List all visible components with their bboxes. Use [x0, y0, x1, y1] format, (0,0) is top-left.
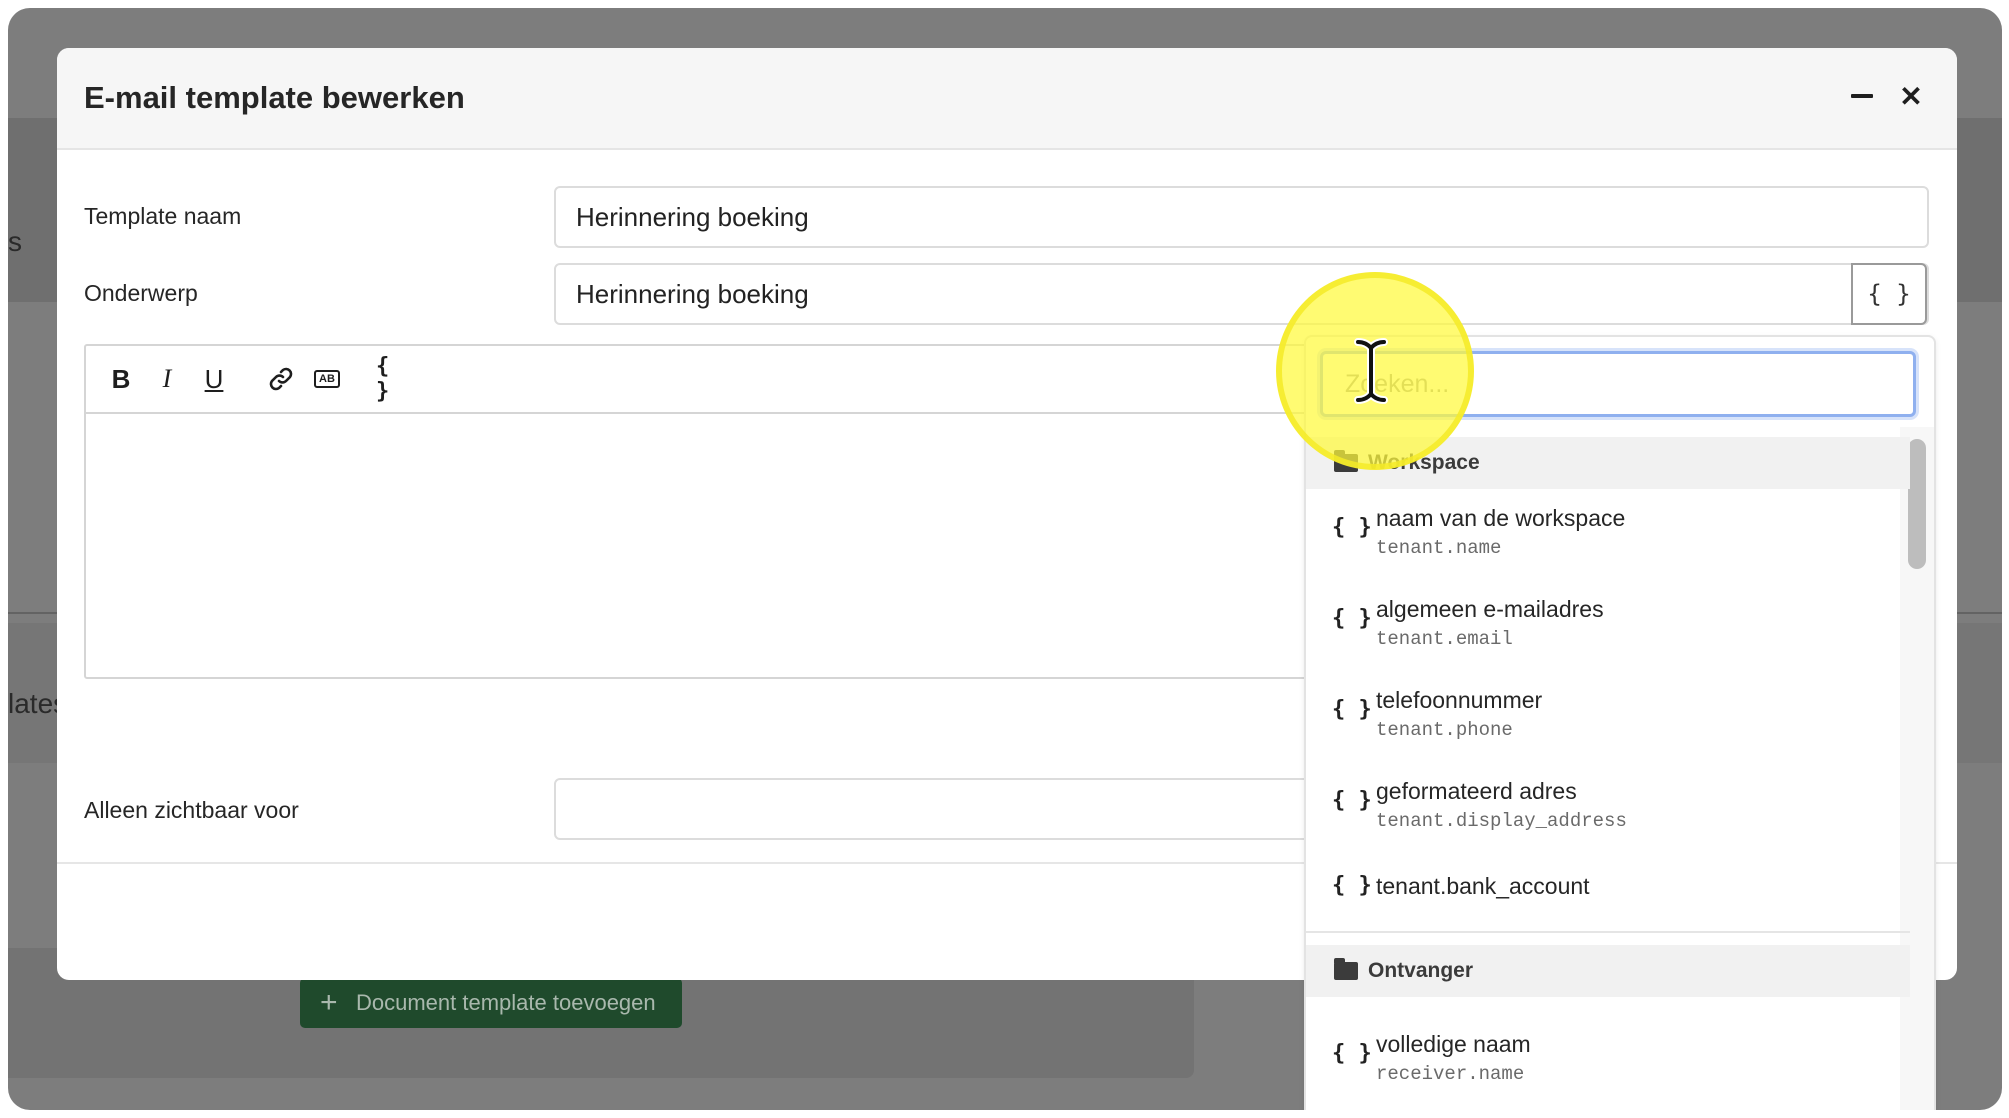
- braces-icon: { }: [1332, 515, 1372, 540]
- bold-button[interactable]: B: [102, 360, 140, 398]
- minimize-icon[interactable]: [1840, 72, 1884, 120]
- variable-button[interactable]: { }: [376, 354, 414, 404]
- variable-key: tenant.name: [1376, 537, 1502, 559]
- template-name-input[interactable]: Herinnering boeking: [554, 186, 1929, 248]
- group-separator: [1306, 931, 1910, 933]
- modal-header: E-mail template bewerken ✕: [57, 48, 1957, 150]
- plus-icon: +: [320, 986, 338, 1019]
- background-partial-text: s: [8, 226, 22, 257]
- visible-for-label: Alleen zichtbaar voor: [84, 797, 299, 823]
- dropdown-scrollbar[interactable]: [1908, 439, 1926, 569]
- braces-icon: { }: [1332, 697, 1372, 722]
- app-backdrop: s lates + Document template toevoegen E-…: [8, 8, 2002, 1110]
- group-header-ontvanger: Ontvanger: [1306, 945, 1910, 997]
- close-icon[interactable]: ✕: [1889, 72, 1933, 120]
- subject-input[interactable]: Herinnering boeking { }: [554, 263, 1929, 325]
- underline-button[interactable]: U: [195, 360, 233, 398]
- variable-label: tenant.bank_account: [1376, 873, 1590, 899]
- variable-item[interactable]: { } naam van de workspace tenant.name: [1306, 489, 1910, 580]
- variable-item[interactable]: { } volledige naam receiver.name: [1306, 1015, 1910, 1106]
- variable-label: algemeen e-mailadres: [1376, 596, 1604, 622]
- subject-label: Onderwerp: [84, 280, 198, 306]
- variable-item[interactable]: { } tenant.bank_account: [1306, 853, 1910, 927]
- braces-icon: { }: [1332, 1041, 1372, 1066]
- variable-label: volledige naam: [1376, 1031, 1531, 1057]
- text-cursor-icon: [1354, 338, 1388, 409]
- variable-search-input[interactable]: [1323, 354, 1913, 414]
- add-document-template-button[interactable]: + Document template toevoegen: [300, 978, 682, 1028]
- variable-label: naam van de workspace: [1376, 505, 1626, 531]
- folder-icon: [1334, 450, 1358, 472]
- badge-icon: AB: [314, 370, 340, 388]
- variable-key: tenant.display_address: [1376, 810, 1627, 832]
- group-header-workspace: Workspace: [1306, 437, 1910, 489]
- variable-key: receiver.name: [1376, 1063, 1525, 1085]
- variable-label: geformateerd adres: [1376, 778, 1577, 804]
- add-document-template-label: Document template toevoegen: [356, 990, 656, 1015]
- subject-value: Herinnering boeking: [576, 278, 809, 309]
- link-icon[interactable]: [262, 360, 300, 398]
- template-name-label: Template naam: [84, 203, 242, 229]
- variable-key: tenant.email: [1376, 628, 1513, 650]
- variable-item[interactable]: { } algemeen e-mailadres tenant.email: [1306, 580, 1910, 671]
- italic-button[interactable]: I: [148, 360, 186, 398]
- variable-search-field[interactable]: [1320, 351, 1916, 417]
- variable-item[interactable]: { } geformateerd adres tenant.display_ad…: [1306, 762, 1910, 853]
- badge-button[interactable]: AB: [308, 360, 346, 398]
- variable-item[interactable]: { } telefoonnummer tenant.phone: [1306, 671, 1910, 762]
- variable-key: tenant.phone: [1376, 719, 1513, 741]
- insert-variable-button[interactable]: { }: [1851, 263, 1927, 325]
- braces-icon: { }: [1332, 788, 1372, 813]
- group-name: Ontvanger: [1368, 959, 1474, 982]
- braces-icon: { }: [1332, 606, 1372, 631]
- modal-title: E-mail template bewerken: [84, 80, 465, 115]
- variable-dropdown: Workspace { } naam van de workspace tena…: [1304, 335, 1936, 1110]
- braces-icon: { }: [1332, 873, 1372, 898]
- folder-icon: [1334, 958, 1358, 980]
- variable-label: telefoonnummer: [1376, 687, 1543, 713]
- variable-list: Workspace { } naam van de workspace tena…: [1306, 437, 1910, 1106]
- group-name: Workspace: [1368, 451, 1480, 474]
